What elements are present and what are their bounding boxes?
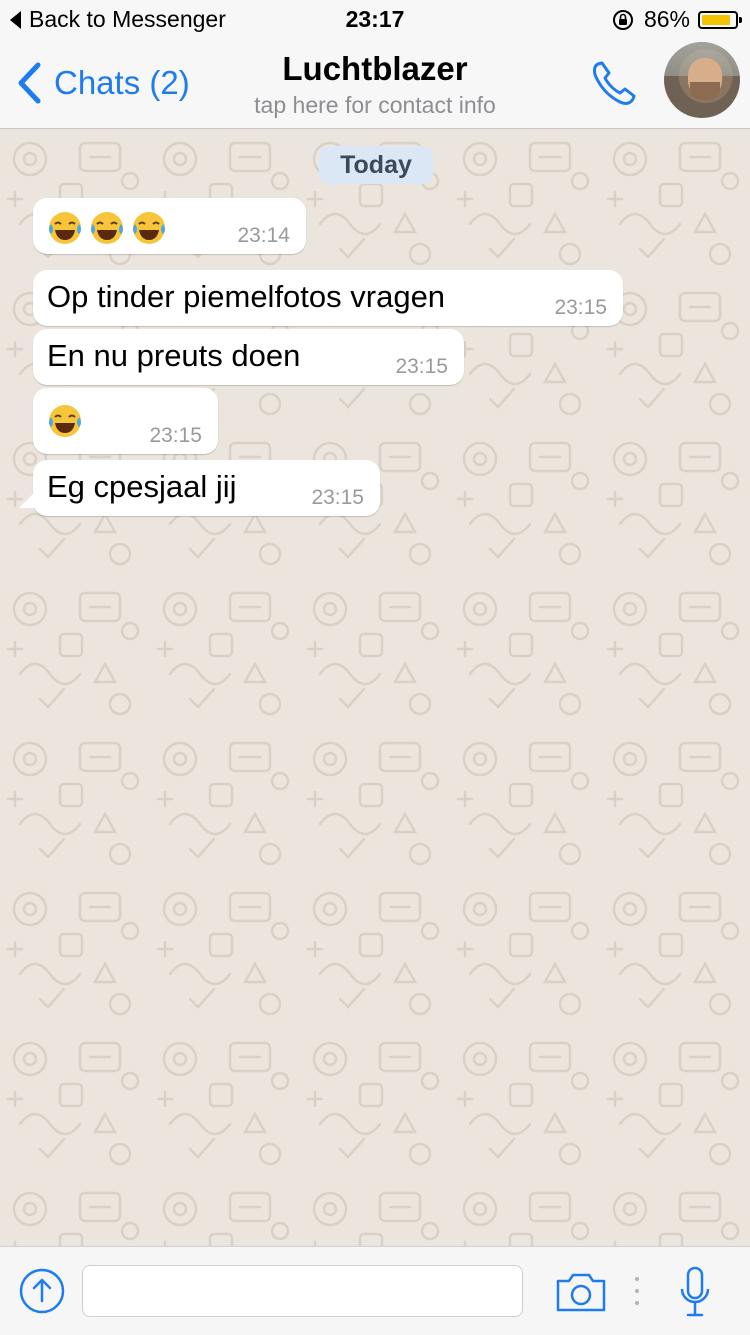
back-to-chats-button[interactable]: Chats (2) xyxy=(16,62,190,104)
tears-of-joy-emoji-icon xyxy=(49,211,81,244)
contact-name: Luchtblazer xyxy=(282,50,468,87)
message-time: 23:15 xyxy=(149,424,202,447)
message-emojis xyxy=(47,400,89,439)
back-to-chats-label: Chats (2) xyxy=(54,64,190,101)
message-bubble[interactable]: Op tinder piemelfotos vragen 23:15 xyxy=(33,270,623,326)
message-text: En nu preuts doen xyxy=(47,338,301,373)
message-text: Op tinder piemelfotos vragen xyxy=(47,279,446,314)
more-dots-icon xyxy=(635,1277,639,1305)
battery-icon xyxy=(698,10,742,29)
battery-nub xyxy=(739,16,742,23)
phone-icon[interactable] xyxy=(588,58,640,108)
message-bubble[interactable]: 23:15 xyxy=(33,388,218,454)
battery-percent: 86% xyxy=(643,6,690,32)
avatar-beard xyxy=(690,82,720,100)
battery-fill xyxy=(702,14,730,25)
message-text: Eg cpesjaal jij xyxy=(47,469,237,504)
tears-of-joy-emoji-icon xyxy=(133,211,165,244)
message-bubble[interactable]: En nu preuts doen 23:15 xyxy=(33,329,464,385)
message-bubble[interactable]: 23:14 xyxy=(33,198,306,254)
microphone-icon[interactable] xyxy=(679,1265,711,1319)
message-bubble[interactable]: Eg cpesjaal jij 23:15 xyxy=(19,460,380,516)
message-time: 23:15 xyxy=(311,486,364,509)
contact-info-button[interactable]: Luchtblazer tap here for contact info xyxy=(175,48,575,120)
date-separator: Today xyxy=(319,146,433,184)
upload-icon[interactable] xyxy=(18,1267,66,1315)
rotation-lock-icon xyxy=(612,9,633,30)
message-time: 23:14 xyxy=(237,224,290,247)
camera-icon[interactable] xyxy=(555,1271,607,1313)
chat-area[interactable]: Today 23:14 Op tinder piemelfotos vragen… xyxy=(0,129,750,1246)
message-emojis xyxy=(47,207,173,246)
chat-header: Chats (2) Luchtblazer tap here for conta… xyxy=(0,40,750,129)
tears-of-joy-emoji-icon xyxy=(49,404,81,437)
message-input-bar xyxy=(0,1246,750,1335)
message-time: 23:15 xyxy=(554,296,607,319)
chevron-left-icon xyxy=(18,62,41,104)
message-input[interactable] xyxy=(82,1265,523,1317)
message-time: 23:15 xyxy=(395,355,448,378)
status-bar: Back to Messenger 23:17 86% xyxy=(0,0,750,40)
tears-of-joy-emoji-icon xyxy=(91,211,123,244)
contact-info-hint: tap here for contact info xyxy=(254,92,496,118)
contact-avatar[interactable] xyxy=(664,42,740,118)
status-right: 86% xyxy=(612,6,742,33)
